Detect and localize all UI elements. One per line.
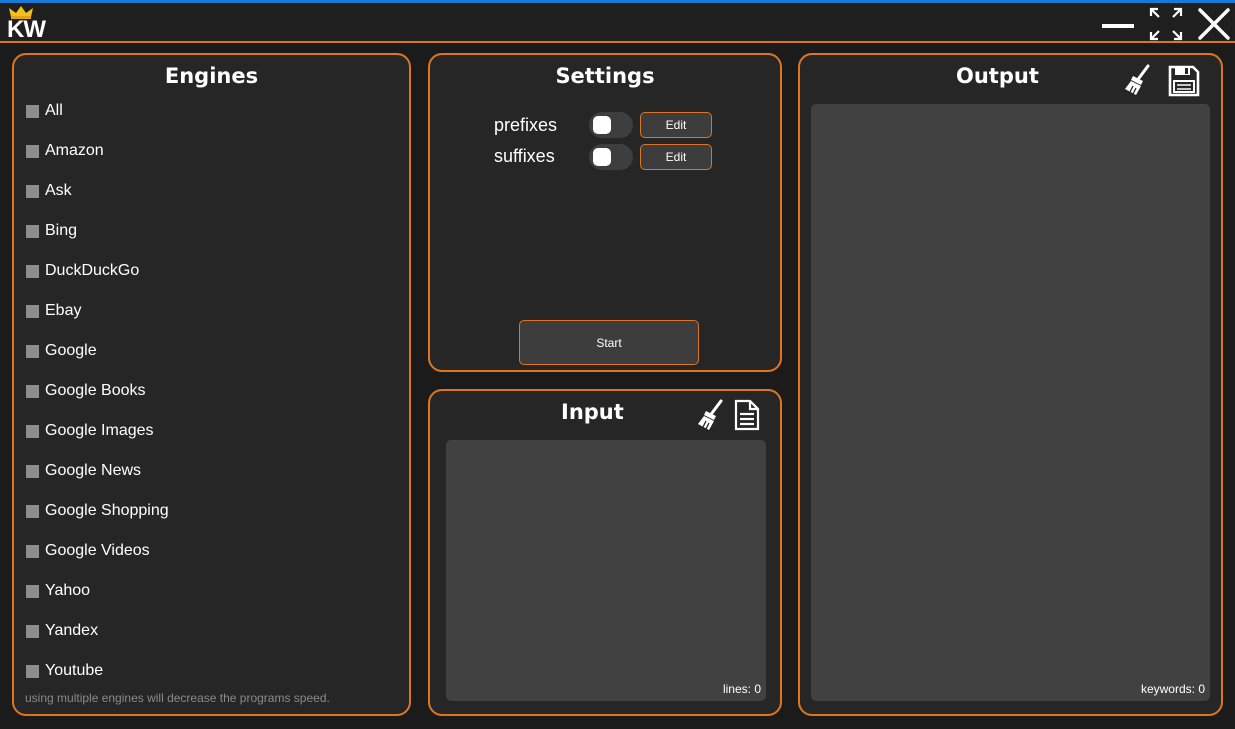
engine-label: Amazon [45, 142, 104, 159]
app-logo: KW [5, 5, 46, 43]
prefixes-toggle[interactable] [589, 112, 633, 138]
output-textarea[interactable]: keywords: 0 [811, 104, 1210, 701]
engine-item-google-videos[interactable]: Google Videos [26, 541, 150, 561]
engine-label: DuckDuckGo [45, 262, 140, 279]
engine-label: Yahoo [45, 582, 91, 599]
engine-label: Google Videos [45, 542, 150, 559]
engine-checkbox[interactable] [26, 344, 39, 358]
engine-label: Ebay [45, 302, 82, 319]
engine-label: Yandex [45, 622, 99, 639]
engine-checkbox[interactable] [26, 664, 39, 678]
engine-item-google-images[interactable]: Google Images [26, 421, 154, 441]
input-load-button[interactable] [733, 399, 761, 436]
toggle-knob [593, 116, 611, 134]
engine-label: Google [45, 342, 97, 359]
close-icon [1198, 8, 1230, 40]
document-icon [734, 399, 760, 431]
logo-text: KW [7, 16, 46, 43]
engine-checkbox[interactable] [26, 504, 39, 518]
input-line-counter: lines: 0 [722, 682, 761, 696]
engine-item-yandex[interactable]: Yandex [26, 621, 98, 641]
engine-item-duckduckgo[interactable]: DuckDuckGo [26, 261, 139, 281]
prefixes-label: prefixes [494, 115, 558, 135]
engine-item-google[interactable]: Google [26, 341, 97, 361]
engine-item-bing[interactable]: Bing [26, 221, 77, 241]
engine-label: Bing [45, 222, 78, 239]
engines-title: Engines [164, 64, 259, 88]
engine-checkbox[interactable] [26, 424, 39, 438]
engine-checkbox[interactable] [26, 224, 39, 238]
engine-checkbox[interactable] [26, 104, 39, 118]
output-save-button[interactable] [1167, 64, 1201, 103]
title-bar[interactable]: KW [0, 3, 1235, 43]
engine-item-youtube[interactable]: Youtube [26, 661, 103, 681]
engine-checkbox[interactable] [26, 144, 39, 158]
engine-label: Google Shopping [45, 502, 169, 519]
engine-checkbox[interactable] [26, 304, 39, 318]
maximize-button[interactable] [1149, 7, 1183, 41]
engine-label: Google Images [45, 422, 154, 439]
engine-checkbox[interactable] [26, 384, 39, 398]
engine-checkbox[interactable] [26, 584, 39, 598]
settings-title: Settings [555, 64, 655, 88]
maximize-icon [1149, 7, 1183, 41]
suffixes-edit-button[interactable]: Edit [640, 144, 712, 170]
engines-panel: Engines All Amazon Ask Bing DuckDuckGo Ebay Go… [12, 53, 411, 716]
save-icon [1168, 65, 1200, 97]
engine-item-google-shopping[interactable]: Google Shopping [26, 501, 169, 521]
start-button[interactable]: Start [519, 320, 699, 365]
engine-label: Ask [45, 182, 72, 199]
engine-item-google-news[interactable]: Google News [26, 461, 141, 481]
engine-item-amazon[interactable]: Amazon [26, 141, 104, 161]
toggle-knob [593, 148, 611, 166]
input-panel: Input lines: 0 [428, 389, 782, 716]
engine-item-yahoo[interactable]: Yahoo [26, 581, 90, 601]
title-bar-divider [0, 41, 1235, 43]
broom-icon [698, 399, 723, 430]
output-title: Output [956, 64, 1039, 88]
engine-checkbox[interactable] [26, 624, 39, 638]
engine-checkbox[interactable] [26, 544, 39, 558]
prefixes-edit-button[interactable]: Edit [640, 112, 712, 138]
minimize-icon [1102, 24, 1134, 28]
engine-checkbox[interactable] [26, 184, 39, 198]
engine-item-ask[interactable]: Ask [26, 181, 72, 201]
input-clear-button[interactable] [697, 399, 725, 436]
engines-note: using multiple engines will decrease the… [25, 691, 330, 705]
suffixes-toggle[interactable] [589, 144, 633, 170]
input-title: Input [561, 400, 624, 424]
broom-icon [1125, 64, 1150, 95]
engine-checkbox[interactable] [26, 264, 39, 278]
engine-item-ebay[interactable]: Ebay [26, 301, 81, 321]
input-textarea[interactable]: lines: 0 [446, 440, 766, 701]
settings-panel: Settings prefixes Edit suffixes Edit Sta… [428, 53, 782, 372]
engine-label: All [45, 102, 63, 119]
close-button[interactable] [1197, 7, 1231, 41]
output-clear-button[interactable] [1124, 64, 1152, 101]
minimize-button[interactable] [1101, 7, 1135, 41]
engine-label: Google News [45, 462, 142, 479]
engine-checkbox[interactable] [26, 464, 39, 478]
output-keyword-counter: keywords: 0 [1140, 682, 1205, 696]
output-panel: Output keywords: 0 [798, 53, 1223, 716]
engine-item-google-books[interactable]: Google Books [26, 381, 146, 401]
suffixes-label: suffixes [494, 146, 555, 166]
engine-label: Google Books [45, 382, 146, 399]
engine-label: Youtube [45, 662, 104, 679]
engine-item-all[interactable]: All [26, 101, 63, 121]
